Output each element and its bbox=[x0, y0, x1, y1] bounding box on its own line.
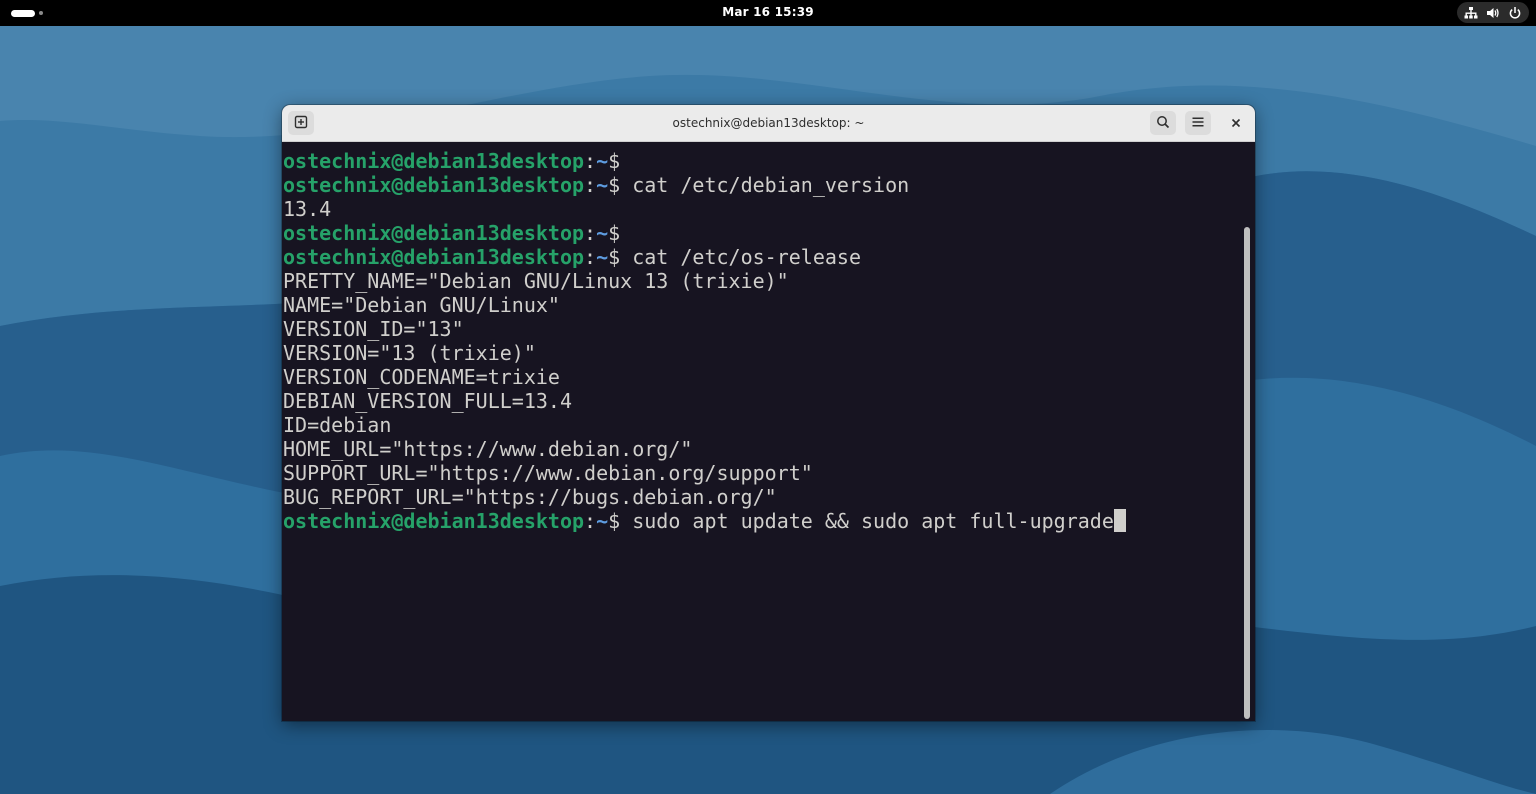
close-button[interactable] bbox=[1223, 111, 1249, 135]
prompt-user-host: ostechnix@debian13desktop bbox=[283, 245, 585, 269]
terminal-output-line: SUPPORT_URL="https://www.debian.org/supp… bbox=[283, 461, 1243, 485]
terminal-output-line: BUG_REPORT_URL="https://bugs.debian.org/… bbox=[283, 485, 1243, 509]
network-icon bbox=[1464, 6, 1478, 20]
prompt-symbol: $ bbox=[608, 245, 621, 269]
prompt-symbol: $ bbox=[608, 173, 621, 197]
prompt-user-host: ostechnix@debian13desktop bbox=[283, 173, 585, 197]
output-text: VERSION="13 (trixie)" bbox=[283, 341, 536, 365]
prompt-separator: : bbox=[584, 173, 597, 197]
terminal-output[interactable]: ostechnix@debian13desktop:~$ ostechnix@de… bbox=[283, 143, 1243, 721]
clock[interactable]: Mar 16 15:39 bbox=[0, 5, 1536, 19]
command-text: cat /etc/os-release bbox=[620, 245, 861, 269]
prompt-separator: : bbox=[584, 221, 597, 245]
output-text: HOME_URL="https://www.debian.org/" bbox=[283, 437, 693, 461]
output-text: BUG_REPORT_URL="https://bugs.debian.org/… bbox=[283, 485, 777, 509]
prompt-path: ~ bbox=[596, 173, 609, 197]
terminal-output-line: VERSION_ID="13" bbox=[283, 317, 1243, 341]
prompt-path: ~ bbox=[596, 509, 609, 533]
output-text: PRETTY_NAME="Debian GNU/Linux 13 (trixie… bbox=[283, 269, 789, 293]
close-icon bbox=[1230, 114, 1242, 133]
prompt-user-host: ostechnix@debian13desktop bbox=[283, 221, 585, 245]
terminal-output-line: HOME_URL="https://www.debian.org/" bbox=[283, 437, 1243, 461]
prompt-user-host: ostechnix@debian13desktop bbox=[283, 149, 585, 173]
text-cursor bbox=[1113, 509, 1126, 532]
terminal-prompt-line: ostechnix@debian13desktop:~$ cat /etc/de… bbox=[283, 173, 1243, 197]
window-title: ostechnix@debian13desktop: ~ bbox=[672, 116, 865, 130]
terminal-output-line: VERSION="13 (trixie)" bbox=[283, 341, 1243, 365]
prompt-separator: : bbox=[584, 149, 597, 173]
prompt-path: ~ bbox=[596, 149, 609, 173]
search-icon bbox=[1156, 114, 1170, 133]
prompt-symbol: $ bbox=[608, 221, 621, 245]
terminal-output-line: NAME="Debian GNU/Linux" bbox=[283, 293, 1243, 317]
terminal-prompt-line: ostechnix@debian13desktop:~$ sudo apt up… bbox=[283, 509, 1243, 533]
prompt-separator: : bbox=[584, 245, 597, 269]
output-text: DEBIAN_VERSION_FULL=13.4 bbox=[283, 389, 572, 413]
prompt-symbol: $ bbox=[608, 149, 621, 173]
output-text: ID=debian bbox=[283, 413, 392, 437]
output-text: SUPPORT_URL="https://www.debian.org/supp… bbox=[283, 461, 813, 485]
prompt-path: ~ bbox=[596, 221, 609, 245]
terminal-prompt-line: ostechnix@debian13desktop:~$ bbox=[283, 149, 1243, 173]
prompt-separator: : bbox=[584, 509, 597, 533]
top-bar: Mar 16 15:39 bbox=[0, 0, 1536, 26]
power-icon bbox=[1508, 6, 1522, 20]
system-tray[interactable] bbox=[1457, 2, 1529, 23]
terminal-output-line: 13.4 bbox=[283, 197, 1243, 221]
output-text: 13.4 bbox=[283, 197, 332, 221]
terminal-prompt-line: ostechnix@debian13desktop:~$ cat /etc/os… bbox=[283, 245, 1243, 269]
command-text: cat /etc/debian_version bbox=[620, 173, 910, 197]
search-button[interactable] bbox=[1150, 111, 1176, 135]
terminal-window[interactable]: ostechnix@debian13desktop: ~ ostechnix@d… bbox=[282, 105, 1255, 721]
output-text: VERSION_CODENAME=trixie bbox=[283, 365, 560, 389]
terminal-prompt-line: ostechnix@debian13desktop:~$ bbox=[283, 221, 1243, 245]
prompt-path: ~ bbox=[596, 245, 609, 269]
terminal-output-line: VERSION_CODENAME=trixie bbox=[283, 365, 1243, 389]
volume-icon bbox=[1486, 6, 1500, 20]
terminal-scrollbar[interactable] bbox=[1244, 227, 1250, 719]
terminal-output-line: DEBIAN_VERSION_FULL=13.4 bbox=[283, 389, 1243, 413]
prompt-user-host: ostechnix@debian13desktop bbox=[283, 509, 585, 533]
output-text: NAME="Debian GNU/Linux" bbox=[283, 293, 560, 317]
hamburger-menu-icon bbox=[1191, 114, 1205, 133]
terminal-output-line: PRETTY_NAME="Debian GNU/Linux 13 (trixie… bbox=[283, 269, 1243, 293]
command-text: sudo apt update && sudo apt full-upgrade bbox=[620, 509, 1114, 533]
prompt-symbol: $ bbox=[608, 509, 621, 533]
output-text: VERSION_ID="13" bbox=[283, 317, 464, 341]
menu-button[interactable] bbox=[1185, 111, 1211, 135]
window-headerbar[interactable]: ostechnix@debian13desktop: ~ bbox=[282, 105, 1255, 142]
terminal-output-line: ID=debian bbox=[283, 413, 1243, 437]
